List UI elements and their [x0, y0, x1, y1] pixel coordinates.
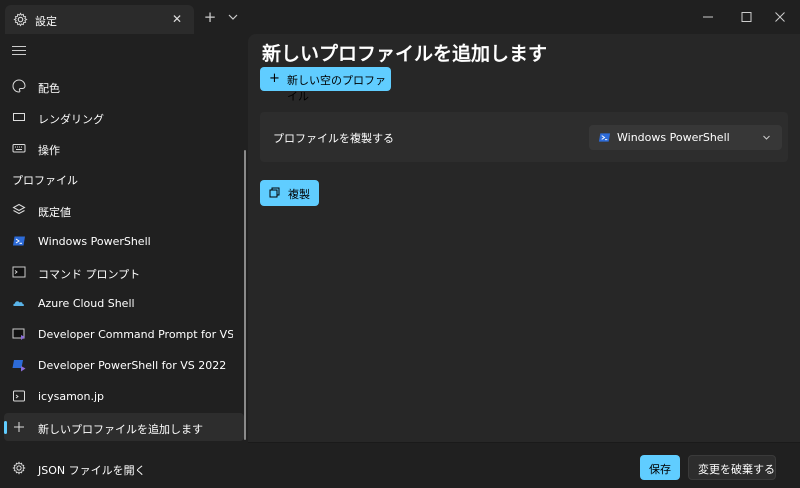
sidebar-item-label: Windows PowerShell — [38, 235, 151, 248]
sidebar-item-developer-command-prompt[interactable]: Developer Command Prompt for VS 2022 — [4, 320, 244, 348]
terminal-icon — [13, 390, 25, 402]
new-empty-profile-label: 新しい空のプロファイル — [287, 74, 386, 103]
close-window-icon[interactable] — [768, 9, 792, 25]
sidebar-item-label: 新しいプロファイルを追加します — [38, 423, 203, 436]
sidebar-item-rendering[interactable]: レンダリング — [4, 103, 244, 131]
sidebar-item-add-new-profile[interactable]: 新しいプロファイルを追加します — [4, 413, 244, 441]
duplicate-profile-label: プロファイルを複製する — [273, 132, 394, 145]
maximize-icon[interactable] — [734, 9, 758, 25]
sidebar-scrollbar[interactable] — [244, 150, 246, 440]
sidebar-item-label: icysamon.jp — [38, 390, 105, 403]
sidebar-item-label: Developer PowerShell for VS 2022 — [38, 359, 227, 372]
sidebar-item-windows-powershell[interactable]: Windows PowerShell — [4, 227, 244, 255]
sidebar-item-interaction[interactable]: 操作 — [4, 134, 244, 162]
tab-title: 設定 — [35, 15, 57, 28]
plus-icon — [14, 422, 24, 432]
sidebar-item-label: 操作 — [38, 144, 60, 157]
sidebar-item-developer-powershell[interactable]: Developer PowerShell for VS 2022 — [4, 351, 244, 379]
chevron-down-icon[interactable] — [226, 9, 240, 25]
duplicate-button-label: 複製 — [288, 188, 310, 201]
keyboard-icon — [12, 144, 26, 153]
settings-tab[interactable]: 設定 ✕ — [5, 5, 194, 34]
duplicate-profile-card: プロファイルを複製する Windows PowerShell — [260, 112, 788, 162]
dev-cmd-icon — [12, 328, 25, 340]
azure-icon — [13, 301, 25, 306]
close-tab-icon[interactable]: ✕ — [169, 11, 185, 27]
cmd-icon — [12, 266, 26, 278]
sidebar-item-azure-cloud-shell[interactable]: Azure Cloud Shell — [4, 289, 244, 317]
copy-icon — [269, 187, 280, 198]
duplicate-button[interactable]: 複製 — [260, 180, 319, 206]
sidebar-item-icysamon[interactable]: icysamon.jp — [4, 382, 244, 410]
sidebar-item-label: コマンド プロンプト — [38, 268, 141, 281]
chevron-down-icon — [763, 135, 770, 140]
sidebar-item-color-schemes[interactable]: 配色 — [4, 72, 244, 100]
open-json-file-button[interactable]: JSON ファイルを開く — [4, 454, 244, 482]
page-title: 新しいプロファイルを追加します — [262, 43, 548, 65]
sidebar-item-label: 配色 — [38, 82, 60, 95]
gear-icon — [12, 461, 26, 475]
sidebar-item-defaults[interactable]: 既定値 — [4, 196, 244, 224]
new-tab-button[interactable]: + — [202, 9, 218, 25]
monitor-icon — [13, 113, 25, 121]
profiles-section-header: プロファイル — [12, 174, 78, 187]
dev-powershell-icon — [12, 360, 26, 372]
layers-icon — [12, 203, 26, 215]
save-button[interactable]: 保存 — [640, 455, 680, 480]
discard-changes-label: 変更を破棄する — [698, 463, 775, 476]
duplicate-profile-select[interactable]: Windows PowerShell — [589, 125, 782, 150]
sidebar-item-label: Azure Cloud Shell — [38, 297, 135, 310]
new-empty-profile-button[interactable]: + 新しい空のプロファイル — [260, 67, 391, 103]
save-button-label: 保存 — [649, 463, 671, 476]
footer-bar: 保存 変更を破棄する — [248, 442, 800, 488]
open-json-label: JSON ファイルを開く — [38, 464, 146, 477]
gear-icon — [13, 12, 28, 27]
duplicate-profile-select-value: Windows PowerShell — [617, 131, 730, 144]
powershell-icon — [598, 133, 611, 142]
powershell-icon — [13, 236, 25, 246]
main-panel: 新しいプロファイルを追加します + 新しい空のプロファイル プロファイルを複製す… — [248, 34, 800, 442]
sidebar-item-label: Developer Command Prompt for VS 2022 — [38, 328, 233, 341]
minimize-icon[interactable] — [696, 9, 720, 25]
discard-changes-button[interactable]: 変更を破棄する — [688, 455, 776, 480]
sidebar: 配色 レンダリング 操作 プロファイル 既定値 Windows PowerShe… — [0, 34, 248, 488]
hamburger-menu-icon[interactable] — [12, 46, 26, 56]
title-bar: 設定 ✕ + — [0, 0, 800, 34]
plus-icon: + — [269, 71, 280, 86]
palette-icon — [12, 79, 26, 93]
sidebar-item-label: レンダリング — [38, 113, 104, 126]
sidebar-item-command-prompt[interactable]: コマンド プロンプト — [4, 258, 244, 286]
sidebar-item-label: 既定値 — [38, 206, 71, 219]
